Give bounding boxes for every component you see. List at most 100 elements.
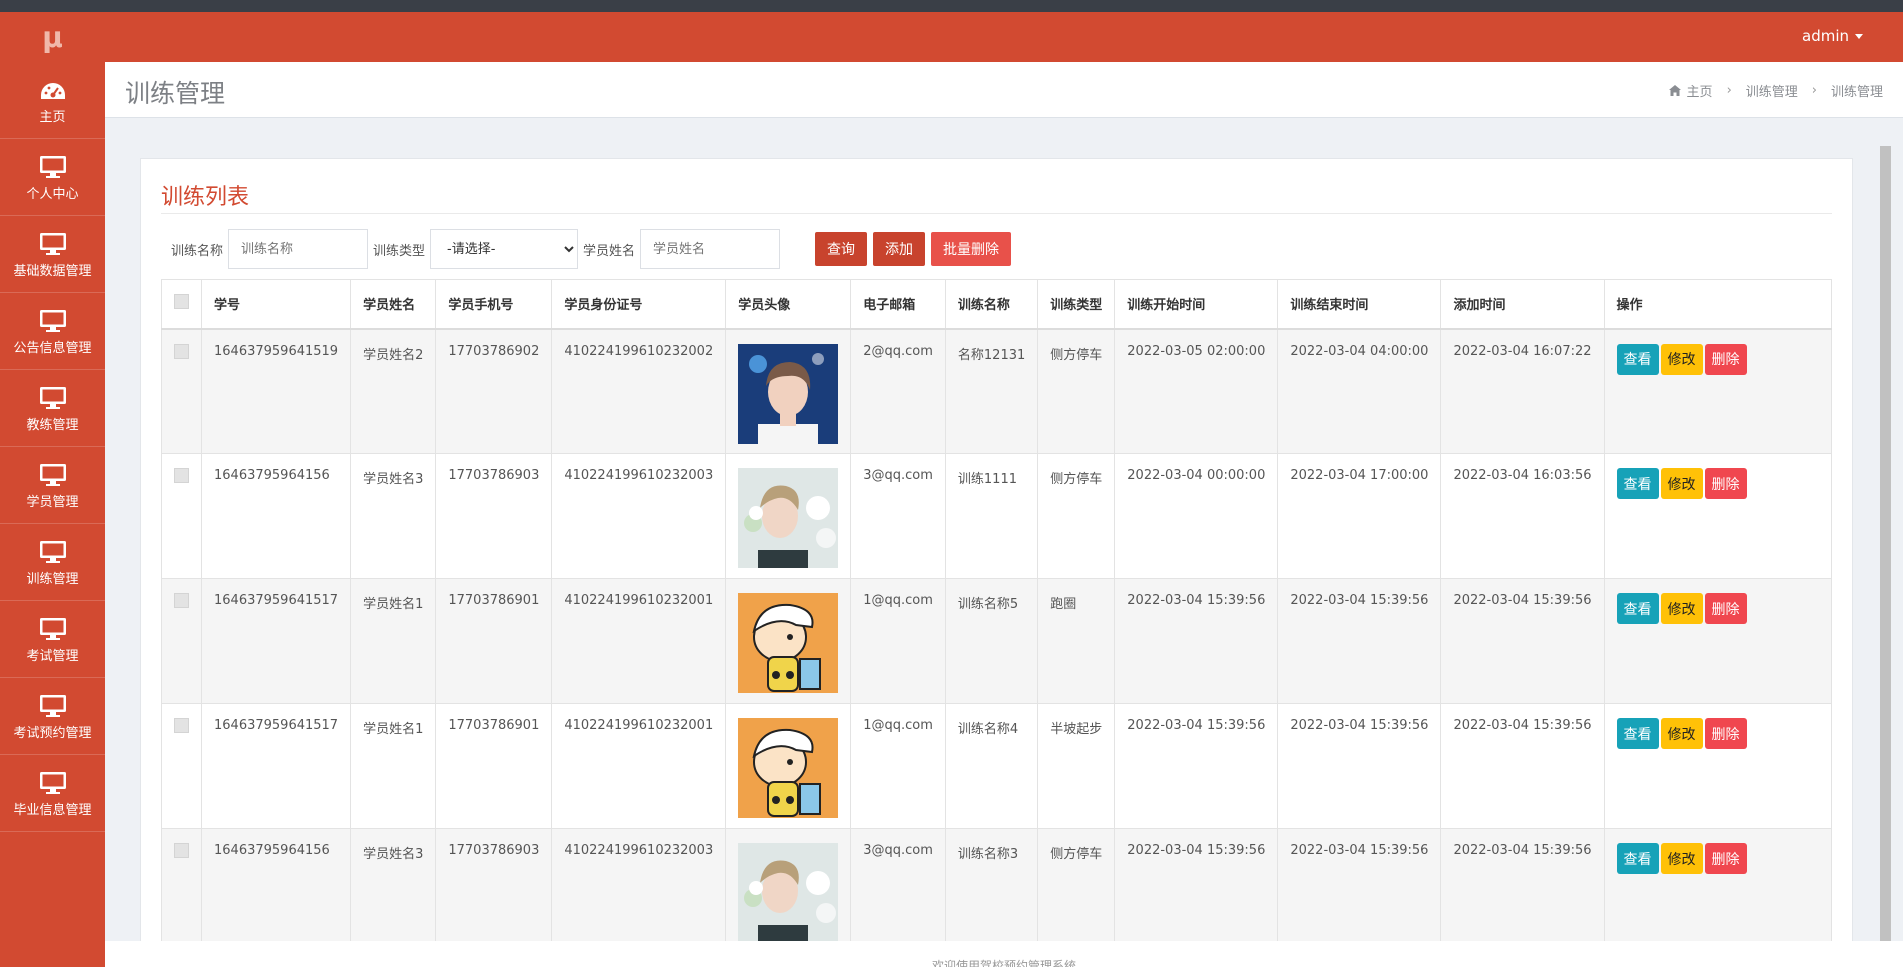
cell-end: 2022-03-04 15:39:56	[1277, 703, 1442, 829]
cell-id: 164637959641517	[200, 703, 352, 829]
view-button[interactable]: 查看	[1616, 718, 1659, 749]
breadcrumb-section[interactable]: 训练管理	[1746, 81, 1798, 100]
table-row: 164637959641517 学员姓名1 17703786901 410224199…	[161, 703, 1833, 829]
view-button[interactable]: 查看	[1616, 468, 1659, 499]
cell-added: 2022-03-04 15:39:56	[1440, 703, 1605, 829]
sidebar-item-label: 基础数据管理	[13, 263, 92, 279]
app-logo[interactable]: μ	[0, 12, 105, 62]
breadcrumb: 主页 › 训练管理 › 训练管理	[1668, 81, 1883, 100]
delete-button[interactable]: 删除	[1704, 468, 1747, 499]
batch-delete-button[interactable]: 批量删除	[931, 232, 1012, 266]
monitor-icon	[39, 538, 67, 564]
row-select-cell	[161, 328, 202, 454]
cell-actions: 查看 修改 删除	[1603, 703, 1833, 829]
cell-training: 训练名称4	[944, 703, 1039, 829]
cell-start: 2022-03-05 02:00:00	[1114, 328, 1279, 454]
monitor-icon	[39, 307, 67, 333]
sidebar-item-9[interactable]: 毕业信息管理	[0, 755, 105, 832]
edit-button[interactable]: 修改	[1660, 843, 1703, 874]
sidebar-item-8[interactable]: 考试预约管理	[0, 678, 105, 755]
col-header: 学号	[200, 279, 352, 330]
cell-name: 学员姓名1	[350, 703, 437, 829]
row-checkbox[interactable]	[174, 343, 189, 359]
cell-actions: 查看 修改 删除	[1603, 578, 1833, 704]
view-button[interactable]: 查看	[1616, 593, 1659, 624]
col-header: 学员身份证号	[551, 279, 727, 330]
training-name-input[interactable]	[228, 229, 369, 269]
select-all-checkbox[interactable]	[174, 294, 189, 310]
scrollbar-thumb[interactable]	[1880, 146, 1891, 941]
sidebar-item-2[interactable]: 基础数据管理	[0, 216, 105, 293]
table-row: 16463795964156 学员姓名3 17703786903 4102241996…	[161, 828, 1833, 941]
training-type-select[interactable]: -请选择-	[430, 229, 579, 269]
row-select-cell	[161, 453, 202, 579]
sidebar-item-4[interactable]: 教练管理	[0, 370, 105, 447]
panel-title: 训练列表	[161, 185, 250, 210]
cell-added: 2022-03-04 15:39:56	[1440, 578, 1605, 704]
cell-avatar	[725, 328, 852, 454]
col-header: 操作	[1603, 279, 1833, 330]
training-type-label: 训练类型	[373, 243, 426, 259]
delete-button[interactable]: 删除	[1704, 593, 1747, 624]
student-name-input[interactable]	[640, 229, 781, 269]
sidebar-item-3[interactable]: 公告信息管理	[0, 293, 105, 370]
cell-phone: 17703786901	[435, 703, 553, 829]
edit-button[interactable]: 修改	[1660, 343, 1703, 375]
query-button[interactable]: 查询	[815, 232, 868, 266]
training-name-label: 训练名称	[171, 243, 224, 259]
sidebar-item-1[interactable]: 个人中心	[0, 139, 105, 216]
cell-id: 164637959641517	[200, 578, 352, 704]
row-checkbox[interactable]	[174, 718, 189, 733]
cell-training: 训练名称5	[944, 578, 1039, 704]
sidebar-item-6[interactable]: 训练管理	[0, 524, 105, 601]
cell-email: 3@qq.com	[850, 828, 946, 941]
top-navbar: μ admin	[0, 12, 1903, 62]
table-row: 164637959641519 学员姓名2 17703786902 410224199…	[161, 328, 1833, 454]
cell-added: 2022-03-04 16:03:56	[1440, 453, 1605, 579]
breadcrumb-current: 训练管理	[1830, 85, 1883, 100]
view-button[interactable]: 查看	[1616, 843, 1659, 874]
row-checkbox[interactable]	[174, 843, 189, 858]
sidebar-item-label: 主页	[39, 109, 66, 125]
row-checkbox[interactable]	[174, 593, 189, 608]
edit-button[interactable]: 修改	[1660, 718, 1703, 749]
sidebar-item-7[interactable]: 考试管理	[0, 601, 105, 678]
sidebar-item-label: 公告信息管理	[13, 340, 92, 356]
panel-header: 训练列表	[161, 179, 1832, 214]
vertical-scrollbar[interactable]	[1880, 146, 1891, 941]
edit-button[interactable]: 修改	[1660, 468, 1703, 499]
cell-name: 学员姓名3	[350, 453, 437, 579]
monitor-icon	[39, 384, 67, 410]
edit-button[interactable]: 修改	[1660, 593, 1703, 624]
sidebar-item-label: 学员管理	[26, 494, 79, 510]
col-header: 训练开始时间	[1114, 279, 1279, 330]
view-button[interactable]: 查看	[1616, 343, 1659, 375]
row-select-cell	[161, 578, 202, 704]
browser-tab-strip	[0, 0, 1903, 12]
cell-idcard: 410224199610232003	[551, 828, 727, 941]
search-bar: 训练名称 训练类型 -请选择- 学员姓名 查询 添加 批量删除	[171, 229, 1012, 269]
cell-training: 训练1111	[944, 453, 1039, 579]
cell-phone: 17703786902	[435, 328, 553, 454]
breadcrumb-home[interactable]: 主页	[1687, 81, 1713, 100]
add-button[interactable]: 添加	[873, 232, 926, 266]
col-header: 学员头像	[725, 279, 852, 330]
cell-start: 2022-03-04 15:39:56	[1114, 703, 1279, 829]
row-select-cell	[161, 828, 202, 941]
breadcrumb-separator: ›	[1726, 83, 1732, 98]
cell-idcard: 410224199610232002	[551, 328, 727, 454]
cell-start: 2022-03-04 00:00:00	[1114, 453, 1279, 579]
delete-button[interactable]: 删除	[1704, 843, 1747, 874]
cell-type: 半坡起步	[1037, 703, 1116, 829]
sidebar: 主页个人中心基础数据管理 公告信息管理教练管理学员管理训练管理 考试管理 考试预约管理…	[0, 62, 105, 967]
delete-button[interactable]: 删除	[1704, 718, 1747, 749]
sidebar-item-5[interactable]: 学员管理	[0, 447, 105, 524]
sidebar-item-label: 毕业信息管理	[13, 802, 92, 818]
col-header: 添加时间	[1440, 279, 1605, 330]
delete-button[interactable]: 删除	[1704, 343, 1747, 375]
row-checkbox[interactable]	[174, 468, 189, 483]
user-menu[interactable]: admin	[1802, 27, 1863, 45]
row-select-cell	[161, 703, 202, 829]
cell-idcard: 410224199610232003	[551, 453, 727, 579]
sidebar-item-0[interactable]: 主页	[0, 62, 105, 139]
